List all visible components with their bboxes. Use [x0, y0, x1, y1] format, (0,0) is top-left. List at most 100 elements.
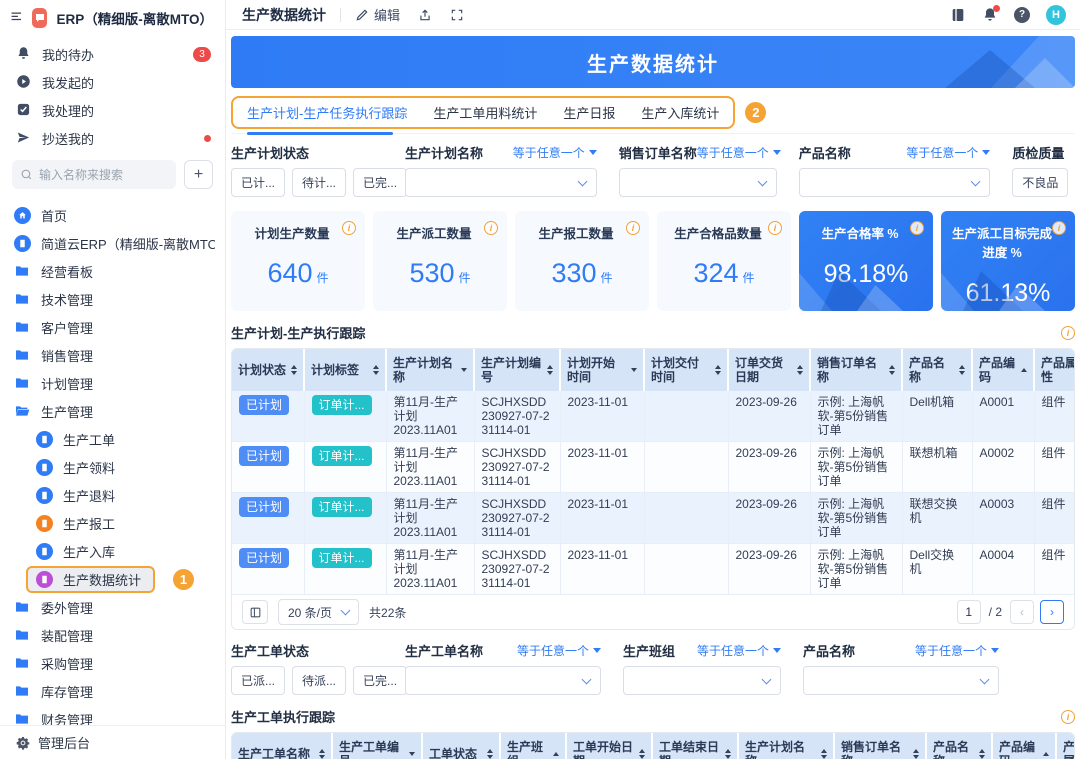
filter-select[interactable] [799, 168, 991, 197]
column-header-8[interactable]: 销售订单名称 [810, 349, 902, 391]
sidebar-item-production-return[interactable]: 生产退料 [0, 481, 225, 509]
filter-option-button[interactable]: 待派... [292, 666, 346, 695]
tab-daily-report[interactable]: 生产日报 [563, 103, 615, 122]
column-header-2[interactable]: 计划标签 [304, 349, 386, 391]
column-header-1[interactable]: 生产工单名称 [232, 733, 332, 759]
sidebar-item-production-workorder[interactable]: 生产工单 [0, 425, 225, 453]
sidebar-item-purchase-mgmt[interactable]: 采购管理 [0, 649, 225, 677]
column-header-1[interactable]: 计划状态 [232, 349, 304, 391]
info-icon[interactable]: i [484, 221, 498, 235]
column-header-7[interactable]: 生产计划名称 [738, 733, 834, 759]
filter-select[interactable] [619, 168, 777, 197]
info-icon[interactable]: i [1052, 221, 1066, 235]
filter-group-workorder-status: 生产工单状态已派...待派...已完... [231, 642, 383, 695]
page-size-select[interactable]: 20 条/页 [278, 599, 359, 625]
filter-option-button[interactable]: 已计... [231, 168, 285, 197]
prev-page-button[interactable]: ‹ [1010, 600, 1034, 624]
share-button[interactable] [418, 8, 432, 22]
notifications-button[interactable] [982, 7, 998, 23]
add-app-button[interactable]: + [184, 160, 213, 189]
sidebar-item-my-todo[interactable]: 我的待办3 [0, 40, 225, 68]
info-icon[interactable]: i [342, 221, 356, 235]
column-header-9[interactable]: 产品名称 [902, 349, 972, 391]
filter-select[interactable] [405, 666, 601, 695]
filter-select[interactable] [405, 168, 597, 197]
current-page[interactable]: 1 [957, 600, 981, 624]
sidebar-item-production-report[interactable]: 生产报工 [0, 509, 225, 537]
sidebar-item-tech-mgmt[interactable]: 技术管理 [0, 285, 225, 313]
sidebar-item-outsourcing-mgmt[interactable]: 委外管理 [0, 593, 225, 621]
column-header-7[interactable]: 订单交货日期 [728, 349, 810, 391]
sidebar-item-assembly-mgmt[interactable]: 装配管理 [0, 621, 225, 649]
collapse-sidebar-icon[interactable] [10, 10, 23, 26]
filter-select[interactable] [623, 666, 781, 695]
filter-option-button[interactable]: 待计... [292, 168, 346, 197]
sort-icon [797, 365, 803, 375]
tab-inbound-stats[interactable]: 生产入库统计 [641, 103, 719, 122]
sidebar-item-my-processed[interactable]: 我处理的 [0, 96, 225, 124]
filter-option-button[interactable]: 已完... [353, 666, 407, 695]
sidebar-item-finance-mgmt[interactable]: 财务管理 [0, 705, 225, 725]
filter-operator-dropdown[interactable]: 等于任意一个 [915, 642, 999, 659]
column-header-3[interactable]: 工单状态 [422, 733, 500, 759]
sidebar-item-production-inbound[interactable]: 生产入库 [0, 537, 225, 565]
table-row[interactable]: 已计划订单计...第11月-生产计划 2023.11A01SCJHXSDD230… [232, 493, 1074, 544]
column-header-10[interactable]: 产品编码 [972, 349, 1034, 391]
info-icon[interactable]: i [910, 221, 924, 235]
sidebar-item-sales-mgmt[interactable]: 销售管理 [0, 341, 225, 369]
column-header-4[interactable]: 生产计划编号 [474, 349, 560, 391]
sidebar-item-production-mgmt[interactable]: 生产管理 [0, 397, 225, 425]
chevron-down-icon [971, 176, 981, 186]
user-avatar[interactable]: H [1046, 5, 1066, 25]
info-icon[interactable]: i [1061, 710, 1075, 724]
column-header-5[interactable]: 工单开始日期 [566, 733, 652, 759]
table-row[interactable]: 已计划订单计...第11月-生产计划 2023.11A01SCJHXSDD230… [232, 442, 1074, 493]
info-icon[interactable]: i [626, 221, 640, 235]
sidebar-item-jdy-erp[interactable]: 简道云ERP（精细版-离散MTO）「... [0, 229, 225, 257]
filter-select[interactable] [803, 666, 999, 695]
sidebar-item-production-stats[interactable]: 生产数据统计1 [0, 565, 225, 593]
column-header-10[interactable]: 产品编码 [992, 733, 1056, 759]
column-header-8[interactable]: 销售订单名称 [834, 733, 926, 759]
column-header-3[interactable]: 生产计划名称 [386, 349, 474, 391]
column-header-11[interactable]: 产品属性 [1034, 349, 1074, 391]
column-header-6[interactable]: 计划交付时间 [644, 349, 728, 391]
tab-workorder-material-stats[interactable]: 生产工单用料统计 [433, 103, 537, 122]
filter-operator-dropdown[interactable]: 等于任意一个 [906, 144, 990, 161]
sidebar-item-home[interactable]: 首页 [0, 201, 225, 229]
filter-operator-dropdown[interactable]: 等于任意一个 [697, 144, 781, 161]
filter-operator-dropdown[interactable]: 等于任意一个 [513, 144, 597, 161]
edit-button[interactable]: 编辑 [355, 5, 400, 24]
sidebar-item-admin-console[interactable]: 管理后台 [0, 725, 225, 759]
help-button[interactable]: ? [1014, 7, 1030, 23]
info-icon[interactable]: i [1061, 326, 1075, 340]
sidebar-item-plan-mgmt[interactable]: 计划管理 [0, 369, 225, 397]
column-header-5[interactable]: 计划开始时间 [560, 349, 644, 391]
next-page-button[interactable]: › [1040, 600, 1064, 624]
sidebar-item-inventory-mgmt[interactable]: 库存管理 [0, 677, 225, 705]
info-icon[interactable]: i [768, 221, 782, 235]
sidebar-item-my-initiated[interactable]: 我发起的 [0, 68, 225, 96]
sidebar-item-customer-mgmt[interactable]: 客户管理 [0, 313, 225, 341]
journal-button[interactable] [950, 7, 966, 23]
column-header-2[interactable]: 生产工单编号 [332, 733, 422, 759]
sidebar-item-production-picking[interactable]: 生产领料 [0, 453, 225, 481]
sidebar-item-business-board[interactable]: 经营看板 [0, 257, 225, 285]
column-header-6[interactable]: 工单结束日期 [652, 733, 738, 759]
tab-plan-task-tracking[interactable]: 生产计划-生产任务执行跟踪 [247, 103, 407, 122]
filter-operator-dropdown[interactable]: 等于任意一个 [517, 642, 601, 659]
table-row[interactable]: 已计划订单计...第11月-生产计划 2023.11A01SCJHXSDD230… [232, 391, 1074, 442]
column-settings-button[interactable] [242, 600, 268, 624]
column-header-11[interactable]: 产品属性 [1056, 733, 1074, 759]
filter-option-button[interactable]: 已完... [353, 168, 407, 197]
sidebar-item-cc-to-me[interactable]: 抄送我的 [0, 124, 225, 152]
filter-operator-dropdown[interactable]: 等于任意一个 [697, 642, 781, 659]
column-header-4[interactable]: 生产班组 [500, 733, 566, 759]
column-header-9[interactable]: 产品名称 [926, 733, 992, 759]
filter-option-button[interactable]: 已派... [231, 666, 285, 695]
fullscreen-button[interactable] [450, 8, 464, 22]
table-row[interactable]: 已计划订单计...第11月-生产计划 2023.11A01SCJHXSDD230… [232, 544, 1074, 595]
table-cell: 2023-11-01 [560, 544, 644, 595]
search-input[interactable]: 输入名称来搜索 [12, 160, 176, 189]
filter-option-button[interactable]: 不良品 [1012, 168, 1068, 197]
